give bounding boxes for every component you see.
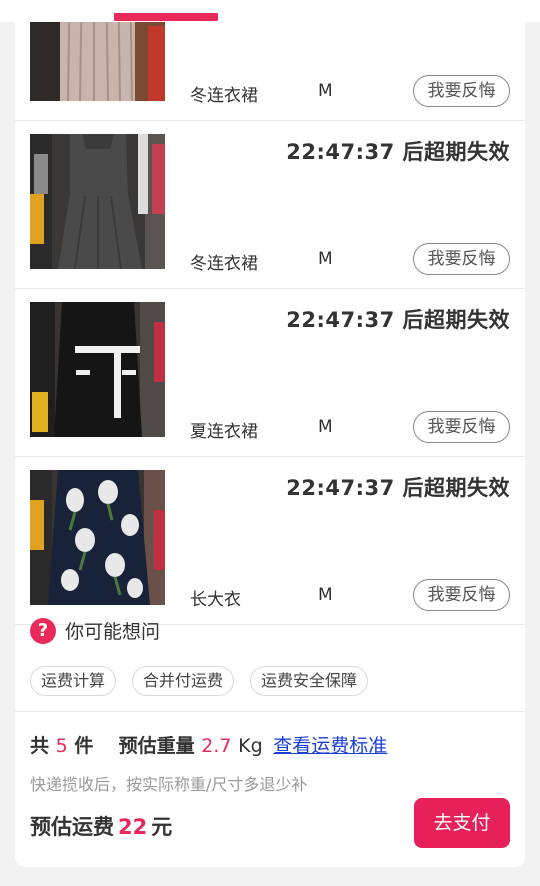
list-item: 22:47:37 后超期失效 冬连衣裙 M 我要反悔 [15, 120, 525, 289]
tab-bar [0, 0, 540, 22]
expire-countdown: 22:47:37 后超期失效 [286, 308, 510, 332]
regret-button[interactable]: 我要反悔 [413, 75, 510, 107]
fee-label: 预估运费 [30, 815, 114, 839]
fee-line: 预估运费 22 元 [30, 811, 172, 841]
regret-button[interactable]: 我要反悔 [413, 411, 510, 443]
chip-merge-pay[interactable]: 合并付运费 [132, 666, 235, 696]
freight-note: 快递揽收后，按实际称重/尺寸多退少补 [30, 775, 308, 794]
product-thumbnail[interactable] [30, 134, 165, 269]
item-name: 夏连衣裙 [190, 422, 258, 442]
chip-freight-guarantee[interactable]: 运费安全保障 [250, 666, 369, 696]
chip-freight-calc[interactable]: 运费计算 [30, 666, 117, 696]
faq-header: ? 你可能想问 [30, 617, 160, 644]
product-thumbnail[interactable] [30, 22, 165, 101]
faq-section: ? 你可能想问 运费计算 合并付运费 运费安全保障 [15, 595, 525, 712]
total-prefix: 共 [30, 735, 50, 757]
product-thumbnail[interactable] [30, 302, 165, 437]
faq-title: 你可能想问 [65, 621, 161, 643]
weight-unit: Kg [238, 735, 263, 757]
expire-countdown: 22:47:37 后超期失效 [286, 140, 510, 164]
item-count: 5 [55, 735, 68, 757]
product-thumbnail[interactable] [30, 470, 165, 605]
list-item: 22:47:37 后超期失效 夏连衣裙 M 我要反悔 [15, 288, 525, 457]
item-size: M [318, 81, 333, 101]
weight-label: 预估重量 [118, 735, 195, 757]
weight-value: 2.7 [201, 735, 232, 757]
freight-standard-link[interactable]: 查看运费标准 [273, 735, 387, 757]
summary-line: 共 5 件 预估重量 2.7 Kg 查看运费标准 [30, 731, 387, 758]
question-circle-icon: ? [30, 617, 56, 644]
order-card: 冬连衣裙 M 我要反悔 22:47:37 后超期失效 冬连衣裙 M 我要反悔 2… [15, 22, 525, 867]
pay-button[interactable]: 去支付 [414, 798, 510, 848]
item-size: M [318, 249, 333, 269]
order-summary: 共 5 件 预估重量 2.7 Kg 查看运费标准 快递揽收后，按实际称重/尺寸多… [15, 712, 525, 867]
list-item: 冬连衣裙 M 我要反悔 [15, 22, 525, 121]
item-name: 冬连衣裙 [190, 254, 258, 274]
active-tab-indicator [114, 13, 218, 21]
item-name: 冬连衣裙 [190, 86, 258, 106]
item-size: M [318, 417, 333, 437]
regret-button[interactable]: 我要反悔 [413, 243, 510, 275]
expire-countdown: 22:47:37 后超期失效 [286, 476, 510, 500]
fee-amount: 22 [118, 815, 148, 839]
fee-unit: 元 [151, 815, 173, 839]
count-unit: 件 [74, 735, 94, 757]
faq-chips: 运费计算 合并付运费 运费安全保障 [30, 666, 384, 696]
